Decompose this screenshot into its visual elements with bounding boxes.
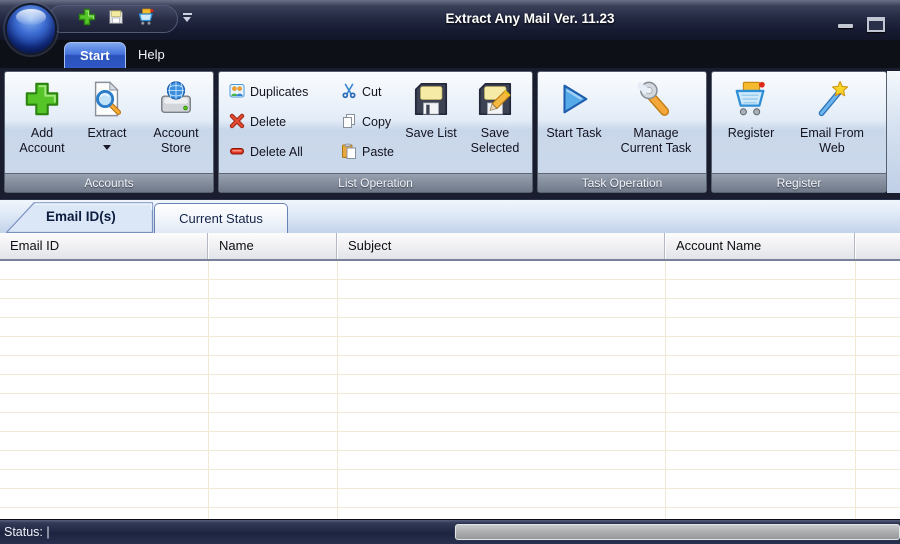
register-cart-icon	[732, 77, 770, 126]
delete-all-icon	[229, 143, 245, 162]
paste-icon	[341, 143, 357, 162]
shopping-cart-icon	[137, 8, 155, 31]
save-selected-button[interactable]: Save Selected	[462, 77, 528, 155]
cut-icon	[341, 83, 357, 102]
tab-current-status[interactable]: Current Status	[154, 203, 288, 234]
save-selected-icon	[476, 77, 514, 126]
duplicates-button[interactable]: Duplicates	[229, 82, 308, 102]
maximize-button[interactable]	[867, 17, 885, 32]
tab-help[interactable]: Help	[130, 42, 173, 68]
copy-button[interactable]: Copy	[341, 112, 391, 132]
quick-cart-button[interactable]	[136, 9, 156, 29]
register-button[interactable]: Register	[720, 77, 782, 141]
button-label: Duplicates	[250, 85, 308, 99]
button-label: Save Selected	[462, 126, 528, 156]
button-label: Add Account	[11, 126, 73, 156]
paste-button[interactable]: Paste	[341, 142, 394, 162]
app-window: Extract Any Mail Ver. 11.23 Start Help A…	[0, 0, 900, 544]
status-text: Status: |	[4, 520, 50, 544]
group-accounts: Add Account Extract Account Store Accoun…	[4, 71, 214, 193]
tab-email-ids[interactable]: Email ID(s)	[6, 202, 154, 233]
button-label: Save List	[405, 126, 456, 141]
delete-all-button[interactable]: Delete All	[229, 142, 303, 162]
start-task-button[interactable]: Start Task	[546, 77, 602, 141]
tab-start[interactable]: Start	[64, 42, 126, 68]
application-menu-orb[interactable]	[5, 3, 57, 55]
group-task-operation: Start Task Manage Current Task Task Oper…	[537, 71, 707, 193]
add-icon	[78, 8, 96, 31]
column-header-account-name[interactable]: Account Name	[666, 233, 855, 259]
delete-icon	[229, 113, 245, 132]
delete-button[interactable]: Delete	[229, 112, 286, 132]
column-header-spacer[interactable]	[856, 233, 900, 259]
quick-access-toolbar	[48, 5, 178, 33]
status-bar: Status: |	[0, 519, 900, 544]
button-label: Paste	[362, 145, 394, 159]
cut-button[interactable]: Cut	[341, 82, 381, 102]
extract-button[interactable]: Extract	[76, 77, 138, 150]
column-header-email-id[interactable]: Email ID	[0, 233, 208, 259]
manage-current-task-button[interactable]: Manage Current Task	[614, 77, 698, 155]
quick-save-button[interactable]	[106, 9, 126, 29]
account-store-icon	[157, 77, 195, 126]
customize-quick-access-button[interactable]	[183, 13, 193, 22]
group-caption-register: Register	[712, 173, 886, 192]
save-list-icon	[412, 77, 450, 126]
column-header-subject[interactable]: Subject	[338, 233, 665, 259]
group-register: Register Email From Web Register	[711, 71, 887, 193]
button-label: Account Store	[143, 126, 209, 156]
ribbon: Add Account Extract Account Store Accoun…	[0, 68, 900, 199]
window-title: Extract Any Mail Ver. 11.23	[160, 0, 900, 40]
button-label: Delete	[250, 115, 286, 129]
column-header-name[interactable]: Name	[209, 233, 337, 259]
button-label: Register	[728, 126, 775, 141]
tab-label: Email ID(s)	[46, 209, 116, 224]
column-divider	[855, 261, 856, 519]
copy-icon	[341, 113, 357, 132]
more-commands-icon	[183, 13, 192, 15]
add-account-button[interactable]: Add Account	[11, 77, 73, 155]
duplicates-icon	[229, 83, 245, 102]
add-account-icon	[23, 77, 61, 126]
ribbon-tab-row: Start Help	[0, 40, 900, 68]
button-label: Start Task	[546, 126, 601, 141]
minimize-button[interactable]	[838, 24, 853, 28]
email-table-header: Email ID Name Subject Account Name	[0, 233, 900, 261]
start-task-icon	[555, 77, 593, 126]
button-label: Cut	[362, 85, 381, 99]
extract-icon	[88, 77, 126, 126]
button-label: Delete All	[250, 145, 303, 159]
email-list[interactable]	[0, 261, 900, 519]
group-caption-list-operation: List Operation	[219, 173, 532, 192]
button-label: Email From Web	[796, 126, 868, 156]
save-icon	[107, 8, 125, 31]
column-divider	[665, 261, 666, 519]
group-caption-task-operation: Task Operation	[538, 173, 706, 192]
save-list-button[interactable]: Save List	[404, 77, 458, 141]
horizontal-scrollbar-thumb[interactable]	[455, 524, 900, 540]
chevron-down-icon	[183, 17, 191, 22]
view-tab-strip: Email ID(s) Current Status	[0, 199, 900, 233]
column-divider	[337, 261, 338, 519]
manage-task-wrench-icon	[637, 77, 675, 126]
email-from-web-wand-icon	[813, 77, 851, 126]
button-label: Copy	[362, 115, 391, 129]
button-label: Manage Current Task	[614, 126, 698, 156]
account-store-button[interactable]: Account Store	[143, 77, 209, 155]
ribbon-filler	[887, 71, 900, 193]
quick-add-button[interactable]	[77, 9, 97, 29]
dropdown-arrow-icon	[103, 145, 111, 150]
group-caption-accounts: Accounts	[5, 173, 213, 192]
button-label: Extract	[88, 126, 127, 141]
email-from-web-button[interactable]: Email From Web	[796, 77, 868, 155]
column-divider	[208, 261, 209, 519]
group-list-operation: Duplicates Delete Delete All Cut Copy Pa…	[218, 71, 533, 193]
